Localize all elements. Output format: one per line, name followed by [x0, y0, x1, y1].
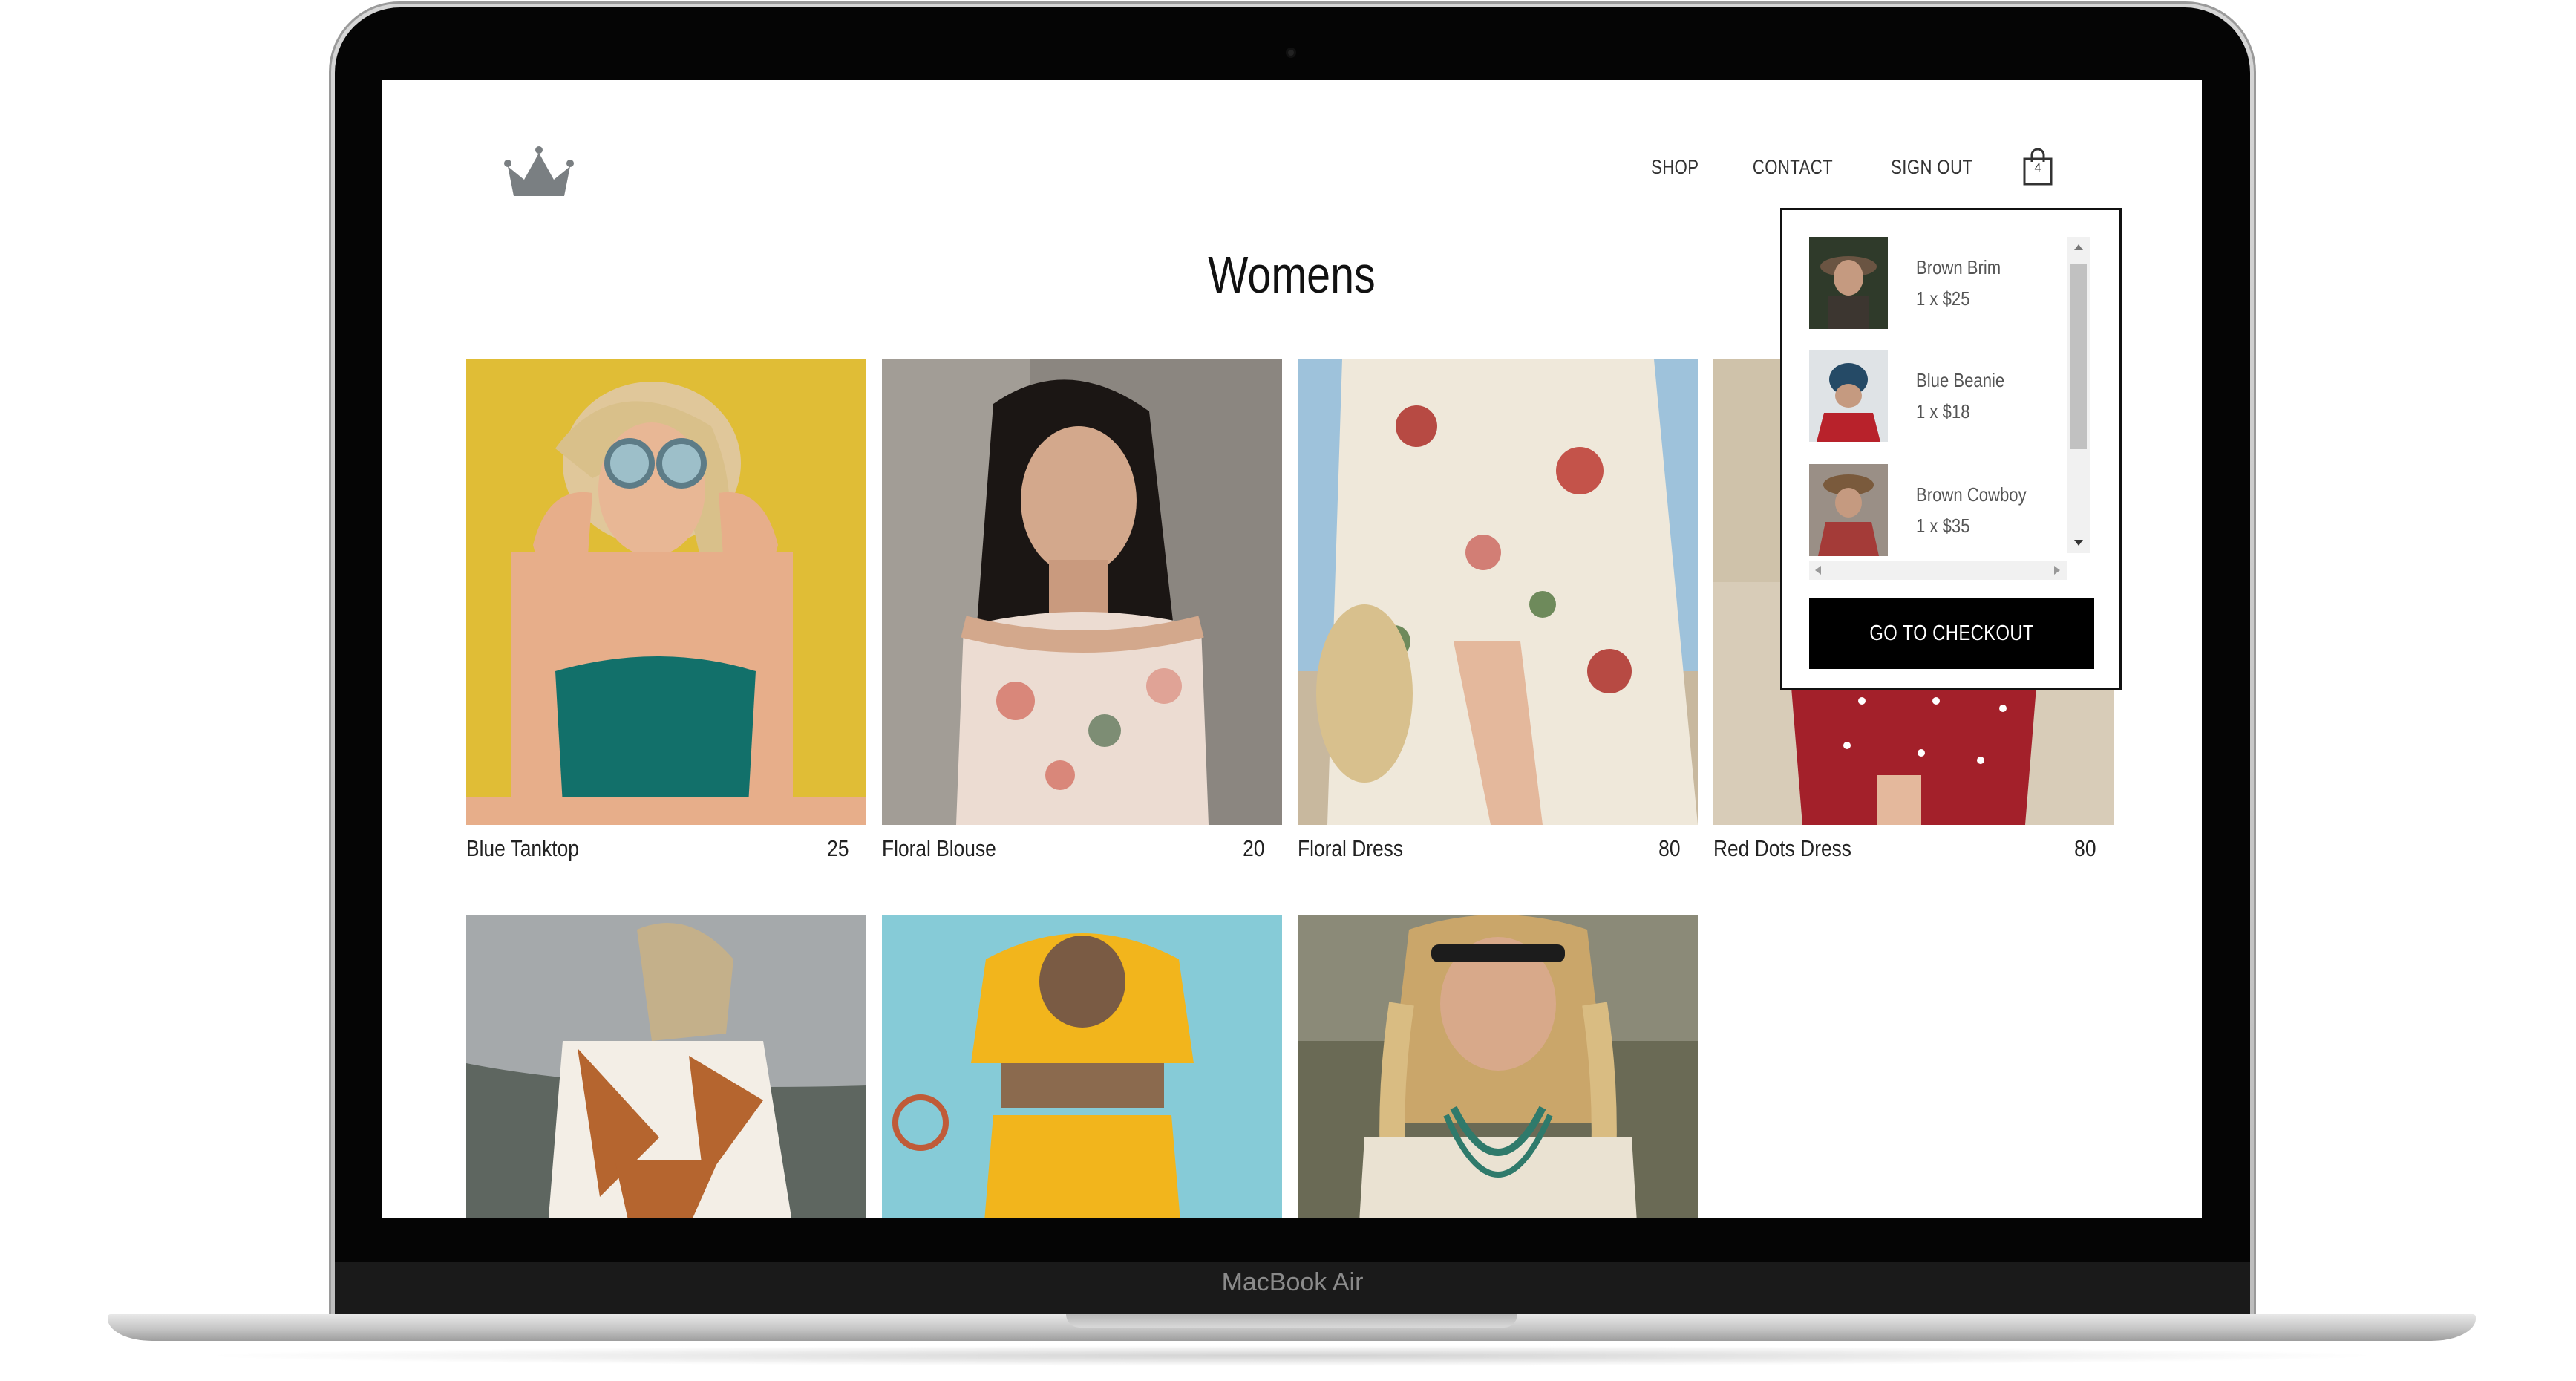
cart-items-list[interactable]: Brown Brim 1 x $25 Blue Beanie 1 x $18 B… [1809, 237, 2099, 561]
product-name: Red Dots Dress [1713, 835, 1851, 861]
cart-item-name: Brown Brim [1916, 256, 2001, 278]
cart-item-name: Brown Cowboy [1916, 483, 2027, 506]
cart-count: 4 [2034, 162, 2041, 174]
cart-item: Brown Brim 1 x $25 [1809, 237, 2016, 329]
product-image[interactable] [466, 359, 866, 825]
product-price: 80 [1658, 835, 1680, 861]
product-name: Floral Blouse [882, 835, 996, 861]
crown-logo-icon[interactable] [502, 143, 576, 202]
product-price: 80 [2073, 835, 2096, 861]
product-card[interactable] [882, 915, 1282, 1218]
scroll-up-icon[interactable] [2074, 244, 2083, 250]
product-footer: Red Dots Dress 80 [1713, 825, 2114, 862]
cart-item-qty-price: 1 x $25 [1916, 287, 1970, 310]
product-price: 20 [1242, 835, 1264, 861]
laptop-notch [1066, 1314, 1517, 1328]
cart-item-image [1809, 464, 1888, 556]
product-card[interactable] [466, 915, 866, 1218]
cart-item-qty-price: 1 x $18 [1916, 400, 1970, 422]
laptop-shadow [193, 1345, 2390, 1366]
product-footer: Blue Tanktop 25 [466, 825, 866, 862]
product-price: 25 [826, 835, 849, 861]
product-image[interactable] [1298, 359, 1698, 825]
product-name: Floral Dress [1298, 835, 1404, 861]
product-footer: Floral Blouse 20 [882, 825, 1282, 862]
product-name: Blue Tanktop [466, 835, 579, 861]
cart-item: Brown Cowboy 1 x $35 [1809, 464, 2046, 556]
nav-contact-link[interactable]: CONTACT [1753, 156, 1833, 179]
cart-horizontal-scrollbar[interactable] [1809, 561, 2067, 580]
scrollbar-thumb[interactable] [2070, 264, 2087, 449]
cart-dropdown: Brown Brim 1 x $25 Blue Beanie 1 x $18 B… [1780, 208, 2122, 690]
product-image[interactable] [882, 915, 1282, 1218]
scroll-right-icon[interactable] [2054, 566, 2060, 575]
main-nav: SHOP CONTACT SIGN OUT 4 [1646, 148, 2053, 186]
checkout-button-label: GO TO CHECKOUT [1869, 621, 2034, 645]
go-to-checkout-button[interactable]: GO TO CHECKOUT [1809, 598, 2094, 669]
shopping-bag-icon[interactable]: 4 [2022, 148, 2053, 186]
product-card[interactable]: Floral Dress 80 [1298, 359, 1698, 862]
nav-shop-link[interactable]: SHOP [1651, 156, 1699, 179]
product-card[interactable] [1298, 915, 1698, 1218]
camera-icon [1286, 48, 1296, 58]
nav-sign-out-link[interactable]: SIGN OUT [1892, 156, 1973, 179]
cart-item-name: Blue Beanie [1916, 369, 2005, 391]
cart-item-image [1809, 350, 1888, 442]
product-image[interactable] [882, 359, 1282, 825]
device-label: MacBook Air [1221, 1268, 1364, 1296]
product-card[interactable]: Blue Tanktop 25 [466, 359, 866, 862]
browser-viewport: SHOP CONTACT SIGN OUT 4 Womens Blue Tank… [382, 80, 2202, 1218]
product-image[interactable] [466, 915, 866, 1218]
product-card[interactable]: Floral Blouse 20 [882, 359, 1282, 862]
cart-item-qty-price: 1 x $35 [1916, 515, 1970, 537]
scroll-down-icon[interactable] [2074, 540, 2083, 546]
cart-item-image [1809, 237, 1888, 329]
cart-vertical-scrollbar[interactable] [2067, 237, 2090, 553]
product-image[interactable] [1298, 915, 1698, 1218]
product-footer: Floral Dress 80 [1298, 825, 1698, 862]
cart-item: Blue Beanie 1 x $18 [1809, 350, 2020, 442]
scroll-left-icon[interactable] [1815, 566, 1821, 575]
